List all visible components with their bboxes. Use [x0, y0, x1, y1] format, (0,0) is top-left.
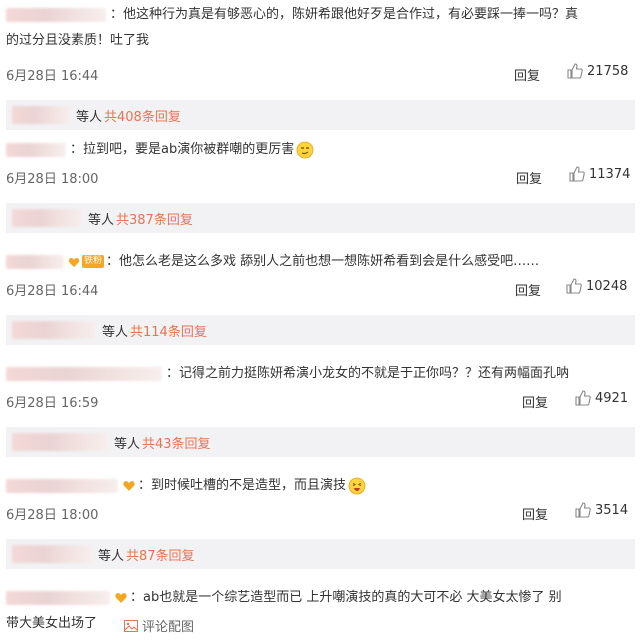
replier-blurred	[12, 106, 70, 124]
like-count: 21758	[587, 63, 629, 79]
like-button[interactable]: 11374	[569, 166, 630, 182]
comment-body-line1: ：ab也就是一个综艺造型而已 上升嘲演技的真的大可不必 大美女太惨了 别	[130, 590, 562, 605]
replier-blurred	[12, 545, 92, 563]
replier-blurred	[12, 209, 82, 227]
comment-time: 6月28日 16:44	[6, 284, 99, 299]
replies-summary[interactable]: 等人 共43条回复	[6, 427, 635, 457]
like-count: 4921	[595, 390, 629, 406]
comment-image-label: 评论配图	[142, 620, 195, 635]
fan-heart-icon	[115, 593, 127, 603]
fan-heart-icon	[123, 481, 135, 491]
reply-button[interactable]: 回复	[522, 504, 548, 523]
replies-count-link[interactable]: 共87条回复	[126, 545, 195, 564]
username-blurred[interactable]	[6, 7, 106, 22]
comment-text: ：记得之前力挺陈妍希演小龙女的不就是于正你吗？？还有两幅面孔呐	[0, 361, 641, 387]
like-count: 11374	[589, 166, 631, 182]
laughing-emoji-icon	[348, 477, 366, 494]
like-count: 10248	[586, 278, 628, 294]
replies-count-link[interactable]: 共408条回复	[104, 106, 181, 125]
reply-button[interactable]: 回复	[522, 392, 548, 411]
username-blurred[interactable]	[6, 478, 118, 493]
comment-text-line2: 的过分且没素质！吐了我	[0, 28, 641, 54]
like-button[interactable]: 21758	[567, 63, 628, 79]
comment-text: ：拉到吧，要是ab演你被群嘲的更厉害	[0, 137, 641, 163]
replies-who: 等人	[102, 324, 129, 340]
replies-who: 等人	[88, 212, 115, 228]
comment-time: 6月28日 18:00	[6, 508, 99, 523]
comment-meta: 6月28日 16:44 回复 21758	[0, 60, 641, 86]
replies-summary[interactable]: 等人 共387条回复	[6, 203, 635, 233]
comment-text: ：到时候吐槽的不是造型，而且演技	[0, 473, 641, 499]
comment-1: ：他这种行为真是有够恶心的，陈妍希跟他好歹是合作过，有必要踩一捧一吗？真 的过分…	[0, 2, 641, 130]
like-button[interactable]: 4921	[575, 390, 628, 406]
thumbs-up-icon	[575, 502, 591, 518]
comment-text: ：他这种行为真是有够恶心的，陈妍希跟他好歹是合作过，有必要踩一捧一吗？真	[0, 2, 641, 28]
comment-time: 6月28日 16:44	[6, 69, 99, 84]
comment-body-line1: ：他这种行为真是有够恶心的，陈妍希跟他好歹是合作过，有必要踩一捧一吗？真	[110, 7, 579, 22]
thumbs-up-icon	[567, 63, 583, 79]
replier-blurred	[12, 433, 108, 451]
comment-text-line2: 带大美女出场了	[0, 611, 641, 637]
comment-text: ：ab也就是一个综艺造型而已 上升嘲演技的真的大可不必 大美女太惨了 别	[0, 585, 641, 611]
comment-body-line1: ：到时候吐槽的不是造型，而且演技	[138, 478, 347, 493]
comment-3: 铁粉 ：他怎么老是这么多戏 舔别人之前也想一想陈妍希看到会是什么感受吧…… 6月2…	[0, 249, 641, 345]
like-button[interactable]: 3514	[575, 502, 628, 518]
comment-5: ：到时候吐槽的不是造型，而且演技 6月28日 18:00 回复 3514 等人 …	[0, 473, 641, 569]
reply-button[interactable]: 回复	[514, 65, 540, 84]
replies-count-link[interactable]: 共387条回复	[116, 209, 193, 228]
comment-body-line1: ：记得之前力挺陈妍希演小龙女的不就是于正你吗？？还有两幅面孔呐	[166, 366, 570, 381]
comment-time: 6月28日 18:00	[6, 172, 99, 187]
thumbs-up-icon	[569, 166, 585, 182]
comment-image-link[interactable]: 评论配图	[124, 616, 194, 635]
comment-4: ：记得之前力挺陈妍希演小龙女的不就是于正你吗？？还有两幅面孔呐 6月28日 16…	[0, 361, 641, 457]
comment-body-line1: ：他怎么老是这么多戏 舔别人之前也想一想陈妍希看到会是什么感受吧……	[106, 254, 540, 269]
replies-who: 等人	[76, 109, 103, 125]
replies-summary[interactable]: 等人 共408条回复	[6, 100, 635, 130]
username-blurred[interactable]	[6, 590, 110, 605]
comment-meta: 6月28日 18:00 回复 11374	[0, 163, 641, 189]
comment-meta: 6月28日 16:59 回复 4921	[0, 387, 641, 413]
thumbs-up-icon	[575, 390, 591, 406]
comment-body-line1: ：拉到吧，要是ab演你被群嘲的更厉害	[70, 142, 295, 157]
comment-text: 铁粉 ：他怎么老是这么多戏 舔别人之前也想一想陈妍希看到会是什么感受吧……	[0, 249, 641, 275]
like-button[interactable]: 10248	[566, 278, 627, 294]
reply-button[interactable]: 回复	[515, 280, 541, 299]
fan-heart-icon	[68, 257, 80, 267]
replies-summary[interactable]: 等人 共87条回复	[6, 539, 635, 569]
reply-button[interactable]: 回复	[516, 168, 542, 187]
replies-who: 等人	[98, 548, 125, 564]
username-blurred[interactable]	[6, 142, 66, 157]
username-blurred[interactable]	[6, 254, 64, 269]
replier-blurred	[12, 321, 96, 339]
comment-meta: 6月28日 16:44 回复 10248	[0, 275, 641, 301]
image-icon	[124, 619, 138, 632]
replies-who: 等人	[114, 436, 141, 452]
replies-summary[interactable]: 等人 共114条回复	[6, 315, 635, 345]
comment-body-line2: 带大美女出场了	[6, 616, 98, 631]
comment-2: ：拉到吧，要是ab演你被群嘲的更厉害 6月28日 18:00 回复 11374 …	[0, 137, 641, 233]
comment-time: 6月28日 16:59	[6, 396, 99, 411]
like-count: 3514	[595, 502, 629, 518]
comment-body-line2: 的过分且没素质！吐了我	[6, 33, 150, 48]
replies-count-link[interactable]: 共43条回复	[142, 433, 211, 452]
username-blurred[interactable]	[6, 366, 162, 381]
comment-6: ：ab也就是一个综艺造型而已 上升嘲演技的真的大可不必 大美女太惨了 别 带大美…	[0, 585, 641, 637]
thumbs-up-icon	[566, 278, 582, 294]
replies-count-link[interactable]: 共114条回复	[130, 321, 207, 340]
comment-meta: 6月28日 18:00 回复 3514	[0, 499, 641, 525]
smirk-emoji-icon	[296, 141, 314, 158]
fan-badge: 铁粉	[82, 255, 105, 268]
